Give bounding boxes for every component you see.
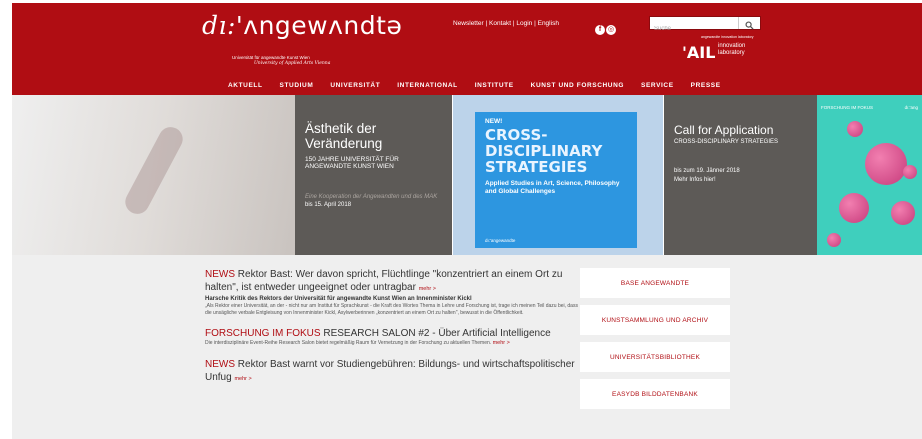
- hand-shape: [121, 122, 187, 219]
- nav-item-service[interactable]: SERVICE: [641, 82, 674, 89]
- logo-di: dı:: [202, 11, 236, 40]
- hero-carousel: Ästhetik der Veränderung 150 JAHRE UNIVE…: [12, 95, 922, 255]
- link-kunstsammlung[interactable]: KUNSTSAMMLUNG UND ARCHIV: [580, 305, 730, 335]
- news-title: Rektor Bast warnt vor Studiengebühren: B…: [205, 358, 575, 383]
- news-category: NEWS: [205, 358, 235, 370]
- poster-title: CROSS-DISCIPLINARY STRATEGIES: [485, 126, 603, 176]
- cross-disciplinary-poster: NEW! CROSS-DISCIPLINARY STRATEGIES Appli…: [475, 112, 637, 248]
- english-link[interactable]: English: [538, 20, 559, 27]
- news-section: NEWS Rektor Bast: Wer davon spricht, Flü…: [12, 255, 922, 439]
- ail-line1: innovation: [718, 43, 746, 49]
- slide-logo: dı:'ang: [904, 105, 918, 110]
- newsletter-link[interactable]: Newsletter: [453, 20, 484, 27]
- news-item[interactable]: FORSCHUNG IM FOKUS RESEARCH SALON #2 - Ü…: [205, 327, 580, 347]
- news-category: NEWS: [205, 269, 235, 280]
- hero-slide-forschung-im-fokus[interactable]: FORSCHUNG IM FOKUS dı:'ang: [817, 95, 922, 255]
- news-item[interactable]: NEWS Rektor Bast: Wer davon spricht, Flü…: [205, 268, 580, 316]
- slide-title: Ästhetik der Veränderung: [305, 121, 383, 151]
- slide-cooperation: Eine Kooperation der Angewandten und des…: [305, 194, 438, 200]
- news-more-link[interactable]: mehr >: [419, 286, 436, 292]
- news-body: Die interdisziplinäre Event-Reihe Resear…: [205, 340, 580, 347]
- social-links: f ◎: [595, 18, 617, 36]
- decorative-blob: [903, 165, 917, 179]
- slide-more-link[interactable]: Mehr Infos hier!: [674, 177, 811, 183]
- search-box: [649, 16, 761, 35]
- quick-links: BASE ANGEWANDTE KUNSTSAMMLUNG UND ARCHIV…: [580, 268, 730, 416]
- news-headline[interactable]: NEWS Rektor Bast: Wer davon spricht, Flü…: [205, 268, 580, 296]
- slide-subtitle: CROSS-DISCIPLINARY STRATEGIES: [674, 139, 779, 145]
- news-body: „Als Rektor einer Universität, an der - …: [205, 303, 578, 316]
- nav-item-aktuell[interactable]: AKTUELL: [228, 82, 263, 89]
- ail-line2: laboratory: [718, 50, 745, 56]
- nav-item-international[interactable]: INTERNATIONAL: [397, 82, 457, 89]
- link-easydb[interactable]: EASYDB BILDDATENBANK: [580, 379, 730, 409]
- decorative-blob: [827, 233, 841, 247]
- site-header: dı:'ʌngewʌndtə Universität für angewandt…: [12, 3, 922, 95]
- decorative-blob: [865, 143, 907, 185]
- news-lead: Harsche Kritik des Rektors der Universit…: [205, 296, 472, 302]
- news-item[interactable]: NEWS Rektor Bast warnt vor Studiengebühr…: [205, 358, 580, 386]
- link-base-angewandte[interactable]: BASE ANGEWANDTE: [580, 268, 730, 298]
- ail-mark: 'AIL: [682, 43, 716, 62]
- search-icon: [745, 21, 754, 30]
- hero-slide-call-for-application[interactable]: Call for Application CROSS-DISCIPLINARY …: [664, 95, 817, 255]
- login-link[interactable]: Login: [516, 20, 532, 27]
- decorative-blob: [839, 193, 869, 223]
- site-logo[interactable]: dı:'ʌngewʌndtə: [202, 11, 402, 40]
- hero-hand-image[interactable]: [12, 95, 295, 255]
- news-headline[interactable]: NEWS Rektor Bast warnt vor Studiengebühr…: [205, 358, 580, 386]
- news-more-link[interactable]: mehr >: [234, 376, 251, 382]
- news-category: FORSCHUNG IM FOKUS: [205, 328, 321, 339]
- hero-slide-cross-disciplinary[interactable]: NEW! CROSS-DISCIPLINARY STRATEGIES Appli…: [453, 95, 663, 255]
- main-nav: AKTUELL STUDIUM UNIVERSITÄT INTERNATIONAL IN…: [228, 82, 738, 89]
- logo-name: 'ʌngewʌndtə: [235, 11, 403, 40]
- poster-logo: dı:'angewandte: [485, 238, 516, 243]
- news-body-text: Die interdisziplinäre Event-Reihe Resear…: [205, 340, 492, 346]
- nav-item-presse[interactable]: PRESSE: [691, 82, 721, 89]
- nav-item-institute[interactable]: INSTITUTE: [475, 82, 514, 89]
- slide-subtitle: 150 JAHRE UNIVERSITÄT FÜR ANGEWANDTE KUN…: [305, 156, 399, 170]
- facebook-icon[interactable]: f: [595, 25, 605, 35]
- link-universitaetsbibliothek[interactable]: UNIVERSITÄTSBIBLIOTHEK: [580, 342, 730, 372]
- hero-slide-aesthetik[interactable]: Ästhetik der Veränderung 150 JAHRE UNIVE…: [295, 95, 452, 255]
- news-title: Rektor Bast: Wer davon spricht, Flüchtli…: [205, 269, 563, 293]
- poster-new-label: NEW!: [485, 118, 503, 125]
- decorative-blob: [891, 201, 915, 225]
- news-headline[interactable]: FORSCHUNG IM FOKUS RESEARCH SALON #2 - Ü…: [205, 327, 580, 340]
- poster-description: Applied Studies in Art, Science, Philoso…: [485, 180, 620, 195]
- ail-text: innovation laboratory: [718, 43, 745, 57]
- slide-date: bis zum 19. Jänner 2018: [674, 168, 740, 174]
- slide-date: bis 15. April 2018: [305, 202, 352, 208]
- news-title: RESEARCH SALON #2 - Über Artificial Inte…: [323, 328, 551, 339]
- search-button[interactable]: [738, 17, 760, 30]
- ail-small-text: angewandte innovation laboratory: [701, 35, 754, 39]
- nav-item-studium[interactable]: STUDIUM: [280, 82, 314, 89]
- slide-title: Call for Application: [674, 123, 774, 137]
- nav-item-universitaet[interactable]: UNIVERSITÄT: [330, 82, 380, 89]
- search-input[interactable]: [650, 23, 736, 35]
- slide-label: FORSCHUNG IM FOKUS: [821, 105, 874, 110]
- top-links: Newsletter | Kontakt | Login | English: [453, 20, 559, 27]
- decorative-blob: [847, 121, 863, 137]
- news-list: NEWS Rektor Bast: Wer davon spricht, Flü…: [205, 268, 580, 397]
- kontakt-link[interactable]: Kontakt: [489, 20, 511, 27]
- nav-item-kunst-und-forschung[interactable]: KUNST UND FORSCHUNG: [531, 82, 624, 89]
- page: dı:'ʌngewʌndtə Universität für angewandt…: [0, 0, 922, 439]
- site-subtitle: Universität für angewandte Kunst Wien Un…: [232, 55, 330, 67]
- news-more-link[interactable]: mehr >: [493, 340, 510, 346]
- instagram-icon[interactable]: ◎: [606, 25, 616, 35]
- subtitle-en: University of Applied Arts Vienna: [254, 61, 331, 66]
